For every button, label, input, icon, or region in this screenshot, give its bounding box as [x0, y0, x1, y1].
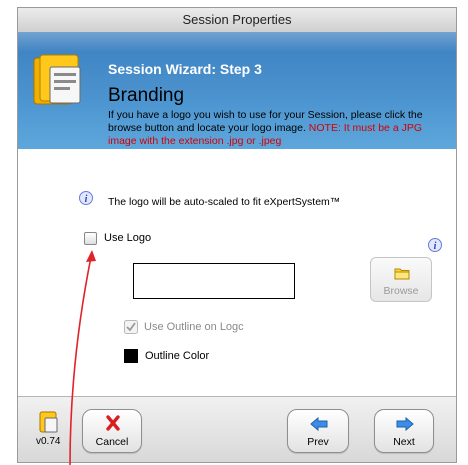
version-label: v0.74 — [36, 436, 61, 447]
page-title: Branding — [108, 85, 185, 106]
document-small-icon — [39, 411, 58, 433]
cancel-label: Cancel — [95, 436, 129, 448]
wizard-header: Session Wizard: Step 3 Branding If you h… — [18, 32, 456, 149]
use-logo-label: Use Logo — [104, 232, 152, 244]
arrow-left-icon — [310, 417, 328, 431]
outline-color-label: Outline Color — [145, 350, 210, 362]
auto-scale-info: The logo will be auto-scaled to fit eXpe… — [108, 196, 341, 208]
next-label: Next — [393, 436, 415, 448]
browse-label: Browse — [383, 285, 419, 297]
browse-button[interactable]: Browse — [370, 257, 432, 302]
logo-preview — [133, 263, 295, 299]
info-icon-logo[interactable]: i — [428, 238, 442, 252]
prev-button[interactable]: Prev — [287, 409, 349, 453]
document-icon — [33, 54, 81, 105]
use-outline-checkbox[interactable] — [124, 320, 138, 334]
prev-label: Prev — [307, 436, 329, 448]
wizard-step: Session Wizard: Step 3 — [108, 61, 262, 77]
next-button[interactable]: Next — [374, 409, 434, 453]
arrow-right-icon — [396, 417, 414, 431]
use-outline-label: Use Outline on Logc — [144, 321, 244, 333]
instructions: If you have a logo you wish to use for y… — [108, 109, 448, 148]
svg-text:i: i — [434, 241, 437, 252]
folder-icon — [394, 268, 410, 280]
window-title: Session Properties — [18, 8, 456, 33]
svg-text:i: i — [85, 194, 88, 205]
session-properties-window: Session Properties Session Wizard: Step … — [17, 7, 457, 463]
outline-color-swatch[interactable] — [124, 349, 138, 363]
cancel-button[interactable]: Cancel — [82, 409, 142, 453]
header-shine — [18, 32, 456, 52]
bottom-toolbar: v0.74 Cancel Prev Next — [18, 396, 456, 462]
info-icon: i — [79, 191, 93, 205]
cancel-x-icon — [106, 415, 120, 431]
use-logo-checkbox[interactable] — [84, 232, 97, 245]
